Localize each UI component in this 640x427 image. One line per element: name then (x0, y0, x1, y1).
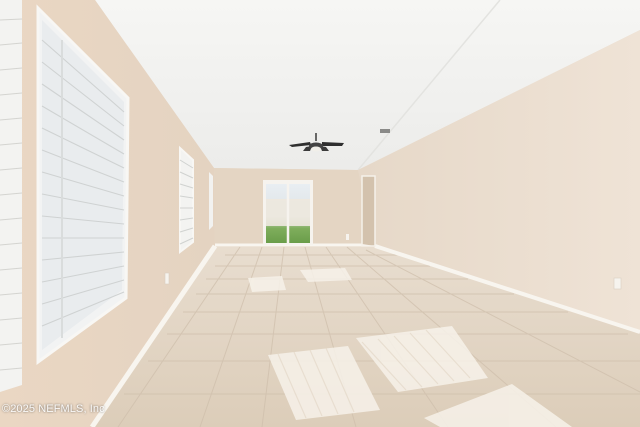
outlet-left (164, 272, 170, 285)
outlet-back (346, 234, 349, 240)
hallway-opening (362, 176, 375, 246)
window-left-mid (179, 145, 194, 255)
ceiling-vent (380, 129, 390, 133)
copyright-watermark: ©2025 NEFMLS, Inc (2, 403, 105, 415)
window-left-far (209, 172, 213, 230)
outlet-right (613, 277, 622, 290)
room-photo (0, 0, 640, 427)
window-far-left (0, 0, 23, 392)
